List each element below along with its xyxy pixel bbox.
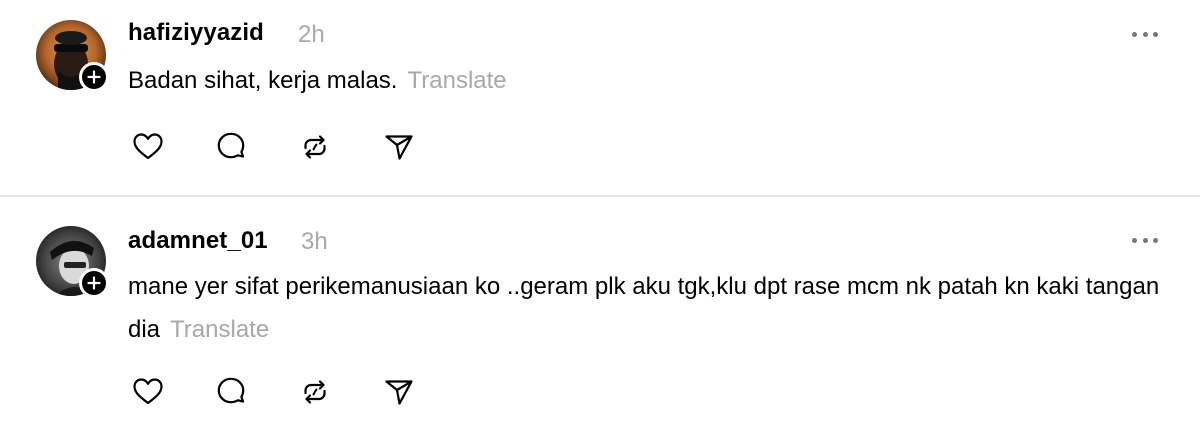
share-icon xyxy=(385,135,413,160)
heart-icon xyxy=(133,133,163,160)
heart-icon xyxy=(133,378,163,405)
dot xyxy=(1142,31,1148,37)
comment-icon xyxy=(217,377,245,404)
share-button[interactable] xyxy=(382,375,416,409)
thread-post: adamnet_01 3h mane yer sifat perikemanus… xyxy=(0,197,1200,431)
dot xyxy=(1153,237,1158,243)
comment-button[interactable] xyxy=(214,375,248,409)
repost-button[interactable] xyxy=(298,130,332,164)
like-button[interactable] xyxy=(131,130,165,164)
comment-icon xyxy=(217,132,245,159)
thread-post: hafiziyyazid 2h Badan sihat, kerja malas… xyxy=(0,0,1200,195)
more-options-icon[interactable] xyxy=(1132,29,1158,39)
like-button[interactable] xyxy=(131,375,165,409)
username[interactable]: hafiziyyazid xyxy=(128,19,264,47)
repost-icon xyxy=(304,380,326,404)
translate-link[interactable]: Translate xyxy=(407,67,506,94)
plus-icon xyxy=(87,70,101,84)
post-text: Badan sihat, kerja malas. Translate xyxy=(128,59,1168,102)
follow-plus-button[interactable] xyxy=(79,62,109,92)
dot xyxy=(1132,237,1137,243)
more-options-icon[interactable] xyxy=(1132,235,1158,245)
share-button[interactable] xyxy=(382,130,416,164)
username[interactable]: adamnet_01 xyxy=(128,227,268,255)
translate-link[interactable]: Translate xyxy=(170,316,269,343)
post-time: 3h xyxy=(301,228,328,255)
dot xyxy=(1142,237,1148,243)
follow-plus-button[interactable] xyxy=(79,268,109,298)
dot xyxy=(1132,31,1137,37)
post-time: 2h xyxy=(298,21,325,48)
share-icon xyxy=(385,380,413,405)
post-body: mane yer sifat perikemanusiaan ko ..gera… xyxy=(128,273,1160,343)
repost-button[interactable] xyxy=(298,375,332,409)
repost-icon xyxy=(304,135,326,159)
dot xyxy=(1153,31,1158,37)
post-text: mane yer sifat perikemanusiaan ko ..gera… xyxy=(128,265,1168,351)
post-body: Badan sihat, kerja malas. xyxy=(128,67,398,94)
comment-button[interactable] xyxy=(214,130,248,164)
plus-icon xyxy=(87,276,101,290)
